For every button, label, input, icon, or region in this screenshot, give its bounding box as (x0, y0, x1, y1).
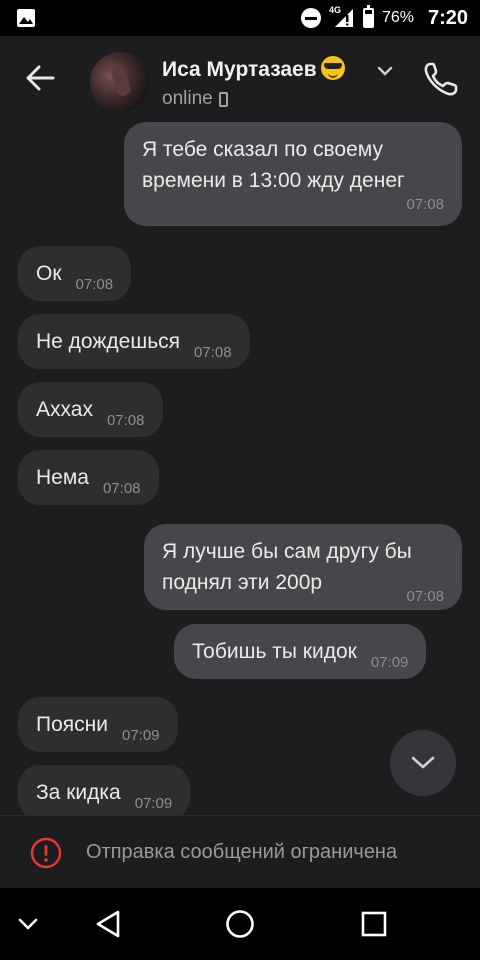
collapse-button[interactable] (8, 904, 48, 944)
message-outgoing[interactable]: Тобишь ты кидок 07:09 (174, 624, 427, 679)
messaging-restricted-bar: Отправка сообщений ограничена (0, 815, 480, 888)
message-text: Поясни (36, 713, 108, 736)
message-incoming[interactable]: Аххах 07:08 (18, 382, 163, 437)
status-bar: 4G 76% 7:20 (0, 0, 480, 36)
scroll-to-bottom-button[interactable] (390, 730, 456, 796)
message-time: 07:08 (194, 344, 232, 361)
message-time: 07:09 (121, 727, 160, 744)
system-nav-bar (0, 888, 480, 960)
battery-icon (362, 5, 374, 28)
restriction-label: Отправка сообщений ограничена (86, 841, 398, 863)
message-time: 07:09 (370, 654, 409, 671)
chat-header: Иса Муртазаев online (0, 36, 480, 122)
status-text: online (162, 88, 213, 109)
message-outgoing[interactable]: Я лучше бы сам другу бы поднял эти 200р … (144, 524, 462, 610)
phone-icon[interactable] (420, 58, 462, 100)
warning-icon (30, 837, 62, 869)
collapse-icon (18, 918, 38, 930)
message-incoming[interactable]: За кидка 07:09 (18, 765, 191, 815)
home-circle-icon (226, 910, 254, 938)
message-text: Не дождешься (36, 330, 181, 353)
recents-square-icon (361, 911, 387, 937)
back-triangle-icon (96, 910, 120, 938)
message-text: Тобишь ты кидок (192, 640, 357, 663)
message-text: времени в 13:00 жду денег (142, 169, 405, 192)
nav-recents-button[interactable] (354, 904, 394, 944)
message-text: Я тебе сказал по своему (142, 138, 383, 161)
message-time: 07:09 (134, 795, 173, 812)
gallery-icon (17, 9, 35, 27)
message-incoming[interactable]: Не дождешься 07:08 (18, 314, 250, 369)
message-incoming[interactable]: Нема 07:08 (18, 450, 159, 505)
nav-back-button[interactable] (88, 904, 128, 944)
nav-home-button[interactable] (220, 904, 260, 944)
message-time: 07:08 (75, 276, 114, 293)
contact-name-text: Иса Муртазаев (162, 58, 317, 81)
avatar[interactable] (90, 52, 150, 112)
message-text: Я лучше бы сам другу бы (162, 540, 412, 563)
chevron-down-icon (411, 756, 435, 769)
sunglasses-emoji-icon (320, 56, 345, 80)
message-text: За кидка (36, 781, 121, 804)
message-list[interactable]: Я тебе сказал по своему времени в 13:00 … (0, 122, 480, 815)
message-time: 07:08 (406, 196, 444, 213)
message-incoming[interactable]: Ок 07:08 (18, 246, 132, 301)
clock: 7:20 (427, 6, 468, 29)
contact-name[interactable]: Иса Муртазаев (162, 56, 345, 82)
message-text: Нема (36, 466, 89, 489)
message-time: 07:08 (102, 480, 141, 497)
back-arrow-icon (26, 65, 55, 91)
contact-status: online (162, 88, 228, 110)
message-incoming[interactable]: Поясни 07:09 (18, 697, 178, 752)
signal-icon: 4G (329, 5, 355, 29)
message-text: Аххах (36, 398, 93, 421)
battery-percent: 76% (381, 9, 414, 26)
back-button[interactable] (18, 56, 62, 100)
chevron-down-icon[interactable] (376, 64, 394, 78)
message-outgoing[interactable]: Я тебе сказал по своему времени в 13:00 … (124, 122, 462, 226)
do-not-disturb-icon (300, 8, 321, 28)
message-text: Ок (36, 262, 62, 285)
message-time: 07:08 (106, 412, 145, 429)
mobile-device-icon (218, 91, 228, 107)
